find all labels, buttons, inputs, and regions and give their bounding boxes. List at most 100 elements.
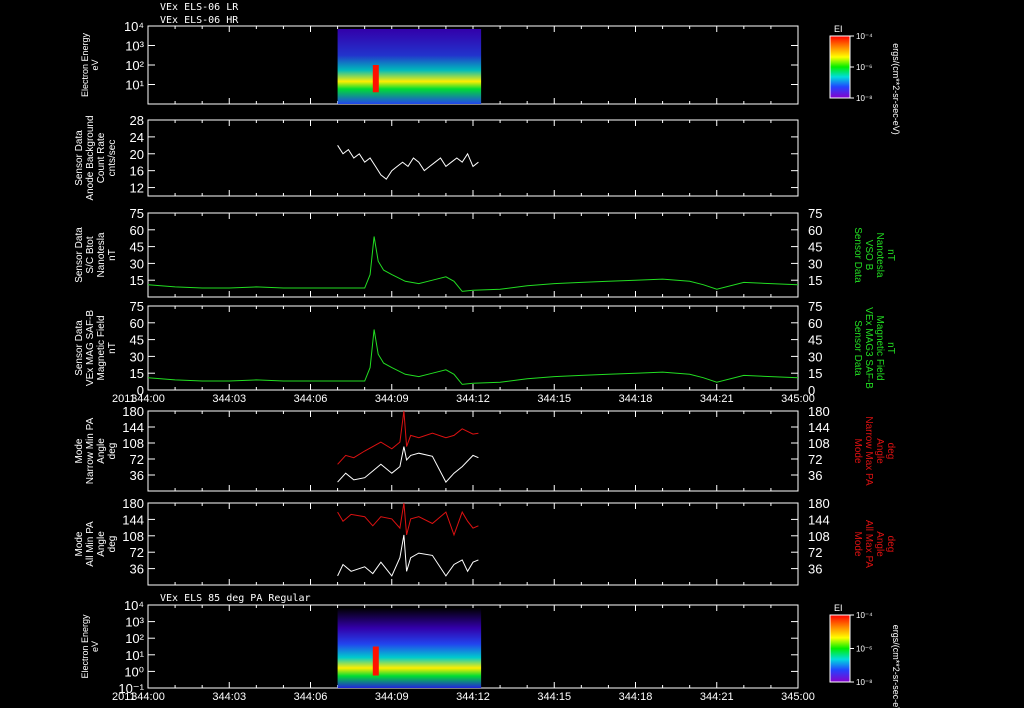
colorbar-units: ergs/(cm**2-sr-sec-eV) <box>891 43 901 135</box>
time-axis-tick-label: 344:06 <box>294 691 328 703</box>
panel7-ylabel-line: Electron Energy <box>80 614 90 679</box>
series-layer <box>147 145 799 577</box>
panel1-ylabel-line: eV <box>90 59 100 70</box>
panel3-ytick-label: 15 <box>130 273 144 288</box>
time-axis-tick-label: 344:15 <box>537 691 571 703</box>
panel2-ylabel-line: Anode Background <box>85 115 96 200</box>
panel7-ytick-label: 10³ <box>125 615 144 630</box>
colorbar <box>829 614 851 683</box>
colorbar-tick-label: 10⁻⁴ <box>856 32 873 41</box>
panel5-series-red <box>337 410 479 465</box>
panel1-ytick-label: 10³ <box>125 39 144 54</box>
panel4-ytick-label: 75 <box>130 299 144 314</box>
panel4-ytick-label-right: 30 <box>808 349 822 364</box>
colorbar-label: EI <box>834 603 843 613</box>
time-axis-tick-label: 344:09 <box>375 691 409 703</box>
panel3-ytick-label-right: 15 <box>808 273 822 288</box>
panel6-ytick-label-right: 144 <box>808 512 830 527</box>
panel2-ytick-label: 24 <box>130 130 144 145</box>
panel6-frame <box>147 502 799 586</box>
panel5-ylabel-line: Angle <box>96 438 107 464</box>
time-axis-tick-label: 344:18 <box>619 691 653 703</box>
panel5-ytick-label-right: 108 <box>808 436 830 451</box>
panel5-frame <box>147 410 799 492</box>
panel2-ytick-label: 12 <box>130 181 144 196</box>
panel5-ytick-label: 72 <box>130 452 144 467</box>
panel3-ytick-label: 60 <box>130 223 144 238</box>
colorbar-label: EI <box>834 24 843 34</box>
panel4-ylabel-line: VEx MAG SAF-B <box>85 310 96 386</box>
panel4-ylabel-line: Magnetic Field <box>96 315 107 380</box>
colorbar-tick-label: 10⁻⁴ <box>856 611 873 620</box>
panel3-ytick-label-right: 30 <box>808 256 822 271</box>
panel3-ylabel-line: Sensor Data <box>74 227 85 283</box>
panel7-peak <box>372 646 379 676</box>
panel4-ylabel-right-line: Magnetic Field <box>874 315 885 380</box>
panel6-ytick-label-right: 36 <box>808 562 822 577</box>
time-axis-tick-label: 345:00 <box>781 691 815 703</box>
time-axis-tick-label: 344:21 <box>700 691 734 703</box>
time-axis-tick-label: 344:00 <box>131 691 165 703</box>
panel6-ylabel-right-line: All Max PA <box>863 520 874 568</box>
panel3-ytick-label: 30 <box>130 256 144 271</box>
panel5-ytick-label-right: 36 <box>808 468 822 483</box>
panel4-ytick-label-right: 75 <box>808 299 822 314</box>
panel4-series-green <box>147 329 799 385</box>
panel4-ylabel-line: nT <box>107 342 118 354</box>
panel5-series-white <box>337 446 479 483</box>
panel5-ytick-label: 108 <box>122 436 144 451</box>
panel5-ylabel-line: deg <box>107 443 118 460</box>
panel6-ytick-label: 144 <box>122 512 144 527</box>
time-axis-tick-label: 344:12 <box>456 691 490 703</box>
colorbar-tick-label: 10⁻⁶ <box>856 63 872 72</box>
colorbar-tick-label: 10⁻⁶ <box>856 645 872 654</box>
colorbar-layer <box>829 35 854 683</box>
panel4-ylabel-right-line: Sensor Data <box>852 320 863 376</box>
time-axis-tick-label: 345:00 <box>781 393 815 405</box>
time-axis-tick-label: 344:21 <box>700 393 734 405</box>
panel3-ytick-label-right: 45 <box>808 240 822 255</box>
panel1-spectrogram <box>337 29 482 104</box>
panel3-ylabel-line: S/C Btot <box>85 236 96 273</box>
panel4-ylabel-right-line: nT <box>885 342 896 354</box>
panel5-ytick-label: 180 <box>122 404 144 419</box>
panel5-ytick-label-right: 72 <box>808 452 822 467</box>
panel6-series-white <box>337 534 479 577</box>
panel5-ytick-label: 144 <box>122 420 144 435</box>
panel6-ytick-label: 180 <box>122 496 144 511</box>
spectrogram-layer <box>337 29 482 688</box>
panel4-ytick-label: 15 <box>130 366 144 381</box>
panel6-ytick-label: 108 <box>122 529 144 544</box>
panel3-ytick-label-right: 75 <box>808 206 822 221</box>
panel5-ylabel-line: Mode <box>74 438 85 463</box>
panel6-ylabel-line: deg <box>107 536 118 553</box>
panel2-ytick-label: 28 <box>130 113 144 128</box>
panel6-ytick-label-right: 108 <box>808 529 830 544</box>
panel4-ylabel-right-line: VEx MAG3 SAF-B <box>863 307 874 389</box>
panel2-frame <box>147 119 799 197</box>
panel3-ylabel-line: Nanotesla <box>96 232 107 277</box>
panel3-ylabel-line: nT <box>107 249 118 261</box>
panel2-series-white <box>337 145 479 180</box>
time-axis-tick-label: 344:09 <box>375 393 409 405</box>
panel7-spectrogram <box>337 608 482 688</box>
panel6-ylabel-line: All Min PA <box>85 521 96 567</box>
panel3-ytick-label: 45 <box>130 240 144 255</box>
colorbar-tick-label: 10⁻⁸ <box>856 94 873 103</box>
panel2-ytick-label: 16 <box>130 164 144 179</box>
panel1-ytick-label: 10¹ <box>125 78 144 93</box>
panel4-ytick-label-right: 45 <box>808 333 822 348</box>
time-axis-tick-label: 344:18 <box>619 393 653 405</box>
time-axis-tick-label: 344:03 <box>212 393 246 405</box>
panel5-ylabel-right-line: deg <box>885 443 896 460</box>
panel7-ytick-label: 10⁴ <box>124 598 144 613</box>
panel6-ylabel-line: Angle <box>96 531 107 557</box>
time-axis-tick-label: 344:06 <box>294 393 328 405</box>
panel3-ylabel-right-line: VSO B <box>863 240 874 271</box>
panel6-series-red <box>337 502 479 537</box>
panel3-ylabel-right-line: nT <box>885 249 896 261</box>
panel5-ytick-label-right: 144 <box>808 420 830 435</box>
panel7-ytick-label: 10¹ <box>125 648 144 663</box>
panel7-ytick-label: 10² <box>125 631 144 646</box>
panel6-ylabel-right-line: deg <box>885 536 896 553</box>
